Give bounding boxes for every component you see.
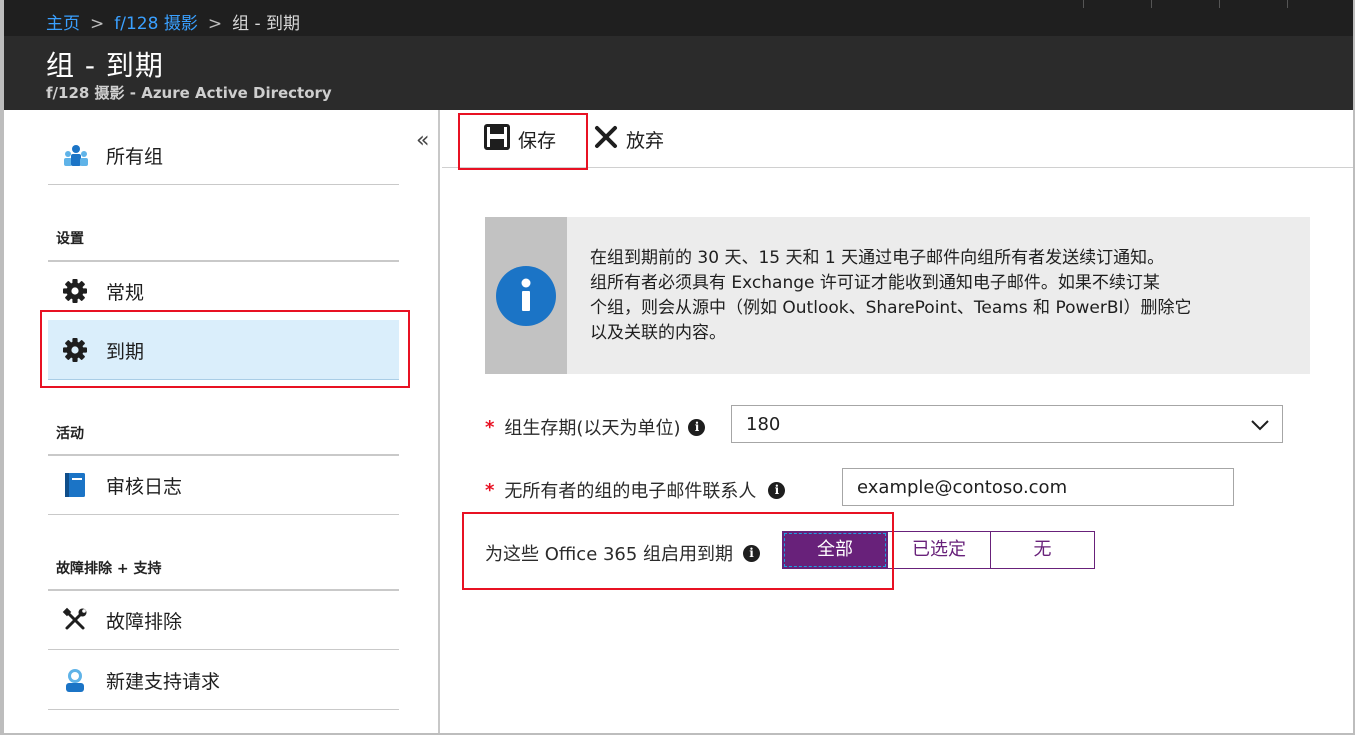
sidebar-item-label: 故障排除 xyxy=(106,611,183,633)
info-banner: 在组到期前的 30 天、15 天和 1 天通过电子邮件向组所有者发送续订通知。 … xyxy=(485,217,1310,374)
breadcrumb: 主页 > f/128 摄影 > 组 - 到期 xyxy=(46,9,300,34)
email-contact-label: * 无所有者的组的电子邮件联系人 i xyxy=(485,477,786,503)
save-icon xyxy=(484,124,510,154)
sidebar-item-general[interactable]: 常规 xyxy=(48,261,399,321)
info-icon xyxy=(496,266,556,326)
sidebar: « 所有组 设置 常规 到期 活动 审核日志 故障排除 + 支持 故障排除 新建… xyxy=(4,110,440,733)
chevron-down-icon xyxy=(1250,415,1270,439)
blade-header: 组 - 到期 f/128 摄影 - Azure Active Directory xyxy=(4,36,1353,110)
section-heading-troubleshoot: 故障排除 + 支持 xyxy=(56,561,162,577)
email-contact-label-text: 无所有者的组的电子邮件联系人 xyxy=(504,481,757,502)
book-icon xyxy=(62,472,90,498)
tools-icon xyxy=(62,607,90,633)
sidebar-item-label: 新建支持请求 xyxy=(106,671,221,693)
info-text-line: 个组，则会从源中（例如 Outlook、SharePoint、Teams 和 P… xyxy=(590,298,1192,318)
option-none-button[interactable]: 无 xyxy=(990,531,1095,569)
lifetime-dropdown[interactable]: 180 xyxy=(731,405,1283,443)
lifetime-dropdown-value: 180 xyxy=(746,414,781,435)
required-asterisk: * xyxy=(485,416,495,438)
command-bar: 保存 放弃 xyxy=(442,110,1353,168)
sidebar-item-all-groups[interactable]: 所有组 xyxy=(48,125,399,185)
sidebar-item-label: 所有组 xyxy=(106,146,164,168)
people-icon xyxy=(62,142,90,168)
breadcrumb-separator: > xyxy=(207,14,223,34)
info-tooltip-icon[interactable]: i xyxy=(743,544,761,562)
sidebar-item-troubleshooting[interactable]: 故障排除 xyxy=(48,590,399,650)
collapse-sidebar-icon[interactable]: « xyxy=(416,130,429,152)
discard-button[interactable]: 放弃 xyxy=(594,124,664,154)
breadcrumb-bar: 主页 > f/128 摄影 > 组 - 到期 xyxy=(4,0,1353,36)
save-button[interactable]: 保存 xyxy=(484,124,556,154)
info-text: 在组到期前的 30 天、15 天和 1 天通过电子邮件向组所有者发送续订通知。 … xyxy=(590,246,1280,346)
sidebar-item-new-support-request[interactable]: 新建支持请求 xyxy=(48,650,399,710)
page-subtitle: f/128 摄影 - Azure Active Directory xyxy=(46,84,332,102)
info-text-line: 组所有者必须具有 Exchange 许可证才能收到通知电子邮件。如果不续订某 xyxy=(590,273,1160,293)
sidebar-item-expiration[interactable]: 到期 xyxy=(48,320,399,380)
support-person-icon xyxy=(62,667,90,693)
info-text-line: 以及关联的内容。 xyxy=(590,323,726,343)
discard-button-label: 放弃 xyxy=(626,129,665,152)
sidebar-item-audit-logs[interactable]: 审核日志 xyxy=(48,455,399,515)
section-heading-activity: 活动 xyxy=(56,426,84,442)
breadcrumb-current: 组 - 到期 xyxy=(232,14,301,34)
close-icon xyxy=(594,125,618,153)
info-text-line: 在组到期前的 30 天、15 天和 1 天通过电子邮件向组所有者发送续订通知。 xyxy=(590,248,1165,268)
enable-expiration-label: 为这些 Office 365 组启用到期 i xyxy=(485,540,761,566)
breadcrumb-parent-link[interactable]: f/128 摄影 xyxy=(114,14,198,34)
breadcrumb-separator: > xyxy=(90,14,105,34)
email-contact-field[interactable] xyxy=(842,468,1234,506)
option-selected-button[interactable]: 已选定 xyxy=(887,531,991,569)
topbar-dividers xyxy=(1083,0,1353,8)
info-tooltip-icon[interactable]: i xyxy=(768,481,786,499)
sidebar-item-label: 常规 xyxy=(106,282,145,304)
page-title: 组 - 到期 xyxy=(46,49,164,82)
required-asterisk: * xyxy=(485,479,495,501)
save-button-label: 保存 xyxy=(518,129,557,152)
section-heading-settings: 设置 xyxy=(56,231,84,247)
lifetime-label: * 组生存期(以天为单位) i xyxy=(485,414,706,440)
sidebar-item-label: 到期 xyxy=(106,341,145,363)
lifetime-label-text: 组生存期(以天为单位) xyxy=(504,418,681,439)
gear-icon xyxy=(62,337,90,363)
sidebar-item-label: 审核日志 xyxy=(106,476,183,498)
gear-icon xyxy=(62,278,90,304)
enable-expiration-label-text: 为这些 Office 365 组启用到期 xyxy=(485,544,734,565)
option-all-button[interactable]: 全部 xyxy=(782,531,888,569)
breadcrumb-home-link[interactable]: 主页 xyxy=(46,14,80,34)
info-tooltip-icon[interactable]: i xyxy=(688,418,706,436)
